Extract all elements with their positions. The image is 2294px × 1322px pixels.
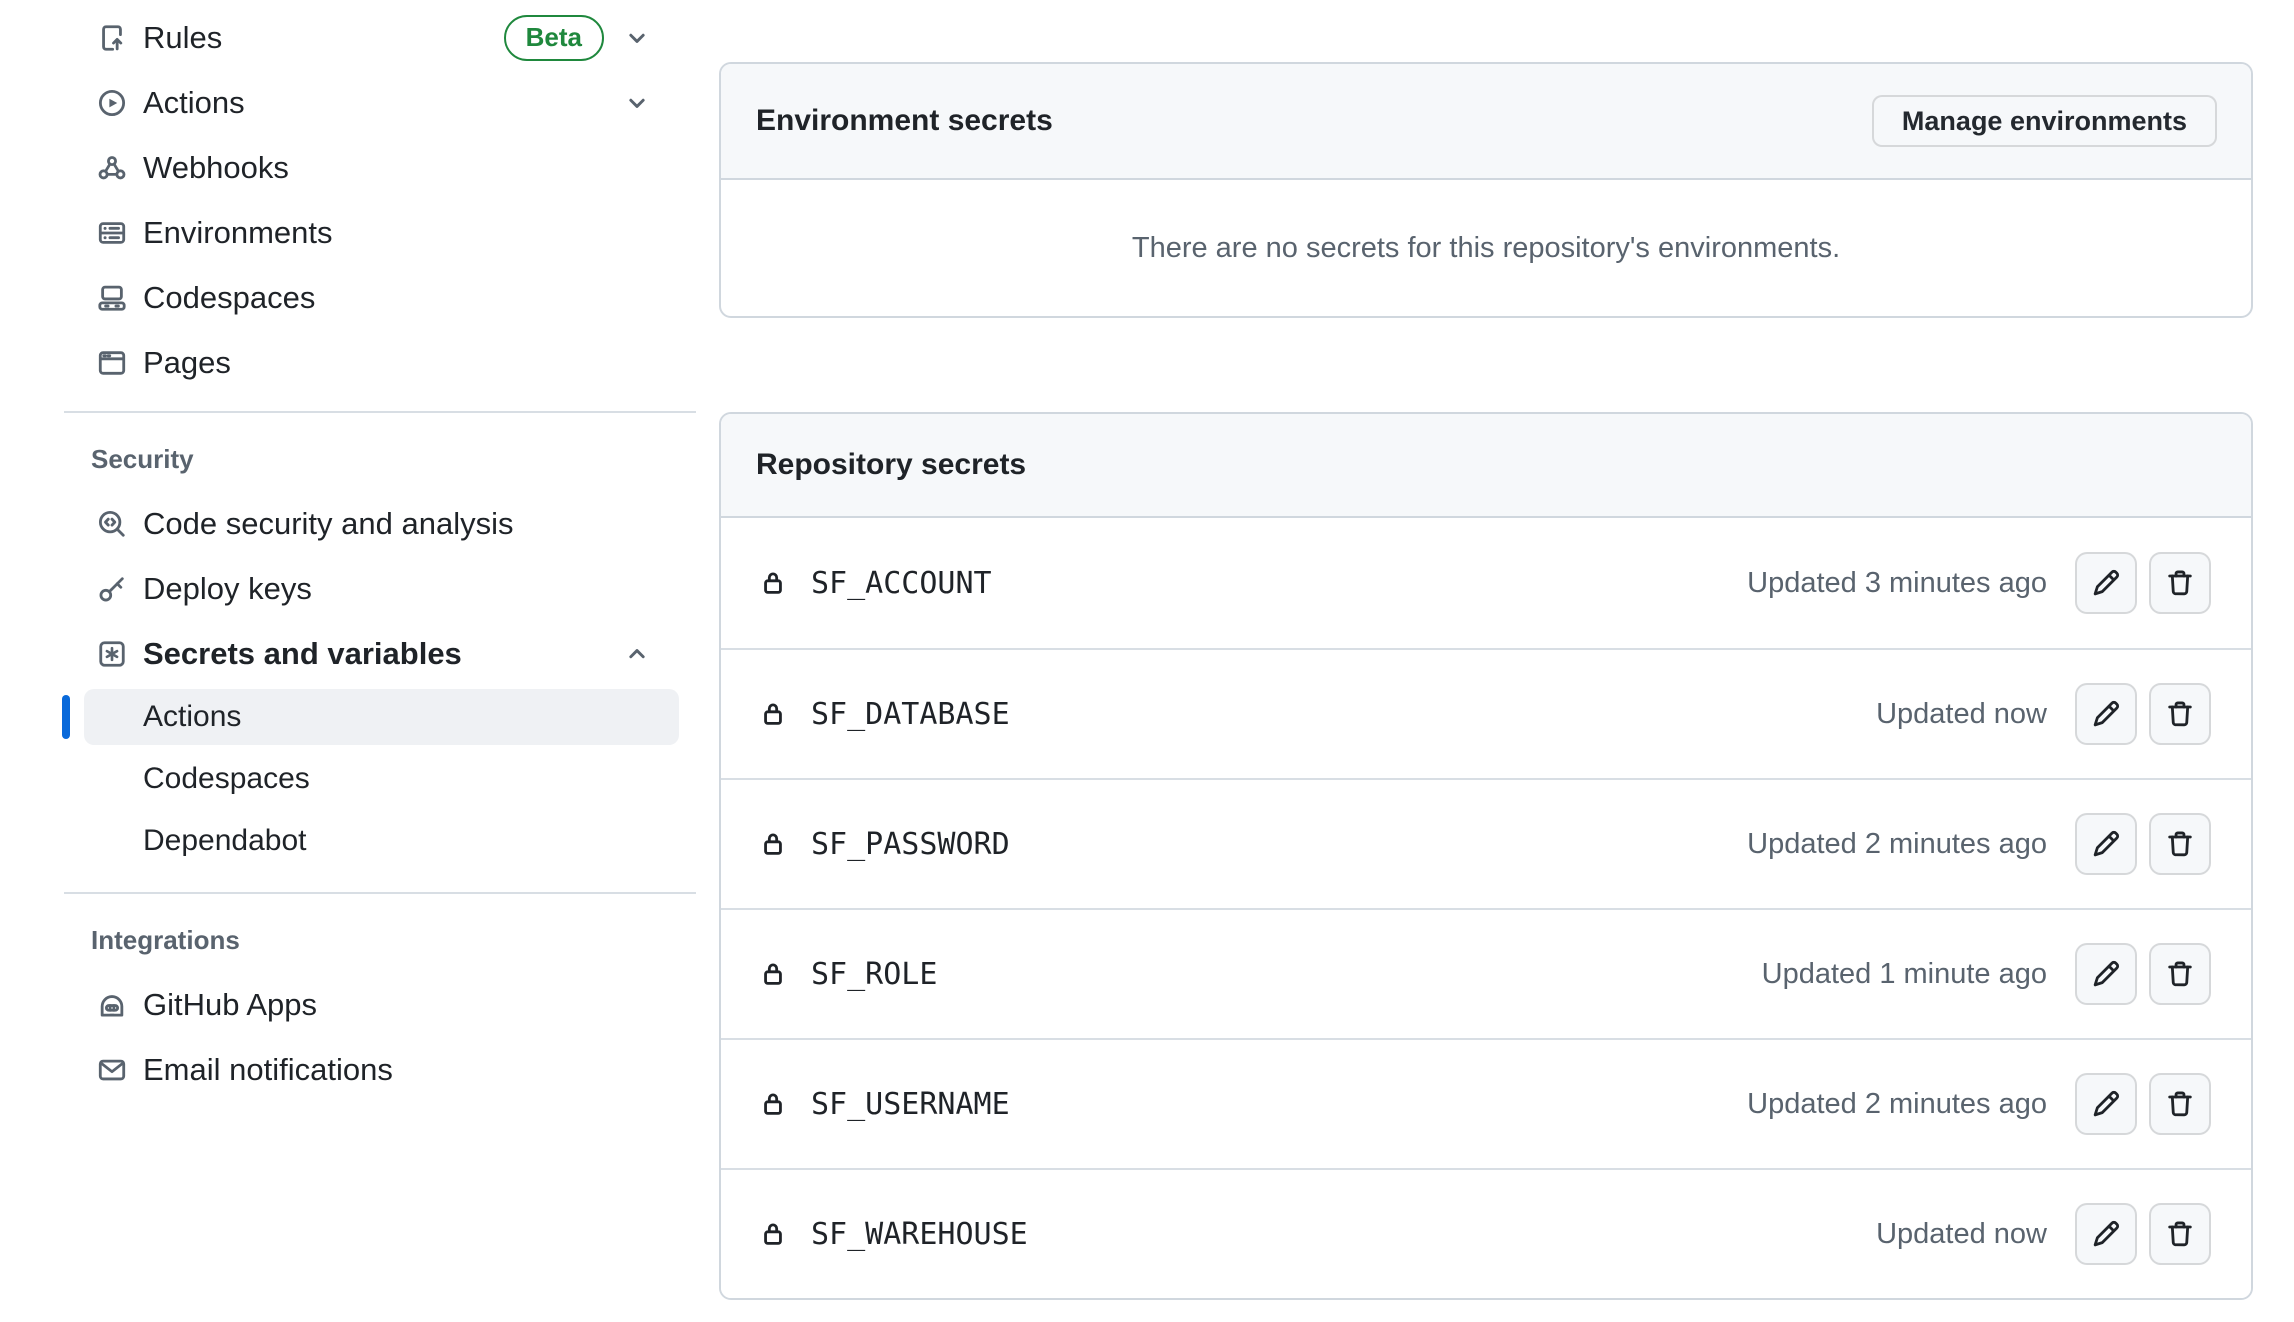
secret-updated: Updated 3 minutes ago (1747, 567, 2047, 600)
secret-updated: Updated 2 minutes ago (1747, 1088, 2047, 1121)
sidebar-item-webhooks[interactable]: Webhooks (64, 135, 696, 200)
sidebar-subitem-label: Actions (143, 700, 241, 734)
repository-secrets-header: Repository secrets (721, 414, 2251, 518)
delete-secret-button[interactable] (2149, 683, 2211, 745)
mail-icon (97, 1055, 127, 1085)
panel-title: Environment secrets (756, 104, 1053, 138)
edit-secret-button[interactable] (2075, 1073, 2137, 1135)
sidebar-item-label: Codespaces (143, 280, 315, 316)
sidebar-divider (64, 411, 696, 413)
sidebar-section-security: Security (64, 441, 696, 477)
sidebar-item-secrets-and-variables[interactable]: Secrets and variables (64, 621, 696, 686)
sidebar-subitem-codespaces[interactable]: Codespaces (84, 748, 679, 810)
sidebar-item-label: Secrets and variables (143, 636, 462, 672)
lock-icon (759, 699, 787, 729)
sidebar-item-label: Code security and analysis (143, 506, 513, 542)
repository-secrets-list: SF_ACCOUNT Updated 3 minutes ago SF_DATA… (721, 518, 2251, 1298)
settings-sidebar: Rules Beta Actions (64, 0, 696, 1102)
delete-secret-button[interactable] (2149, 943, 2211, 1005)
sidebar-item-label: Pages (143, 345, 231, 381)
sidebar-item-label: Environments (143, 215, 333, 251)
asterisk-box-icon (97, 639, 127, 669)
lock-icon (759, 1219, 787, 1249)
sidebar-subitem-label: Dependabot (143, 824, 306, 858)
secret-row: SF_ACCOUNT Updated 3 minutes ago (721, 518, 2251, 648)
secret-row: SF_PASSWORD Updated 2 minutes ago (721, 778, 2251, 908)
sidebar-subitem-label: Codespaces (143, 762, 310, 796)
secret-name: SF_DATABASE (811, 697, 1010, 732)
lock-icon (759, 1089, 787, 1119)
delete-secret-button[interactable] (2149, 813, 2211, 875)
edit-secret-button[interactable] (2075, 1203, 2137, 1265)
secret-updated: Updated now (1876, 698, 2047, 731)
chevron-down-icon (624, 90, 650, 116)
environment-secrets-panel: Environment secrets Manage environments … (719, 62, 2253, 318)
sidebar-item-environments[interactable]: Environments (64, 200, 696, 265)
sidebar-item-github-apps[interactable]: GitHub Apps (64, 972, 696, 1037)
key-icon (97, 574, 127, 604)
secret-name: SF_PASSWORD (811, 827, 1010, 862)
sidebar-item-label: Deploy keys (143, 571, 312, 607)
play-circle-icon (97, 88, 127, 118)
manage-environments-button[interactable]: Manage environments (1872, 95, 2217, 147)
sidebar-item-codespaces[interactable]: Codespaces (64, 265, 696, 330)
environment-secrets-body: There are no secrets for this repository… (721, 180, 2251, 316)
sidebar-divider (64, 892, 696, 894)
sidebar-item-label: GitHub Apps (143, 987, 317, 1023)
sidebar-item-label: Email notifications (143, 1052, 393, 1088)
webhook-icon (97, 153, 127, 183)
sidebar-item-actions[interactable]: Actions (64, 70, 696, 135)
sidebar-item-label: Webhooks (143, 150, 289, 186)
lock-icon (759, 568, 787, 598)
hubot-icon (97, 990, 127, 1020)
sidebar-item-label: Actions (143, 85, 245, 121)
secret-updated: Updated 1 minute ago (1762, 958, 2047, 991)
sidebar-item-deploy-keys[interactable]: Deploy keys (64, 556, 696, 621)
sidebar-item-label: Rules (143, 20, 222, 56)
github-settings-page: Rules Beta Actions (0, 0, 2294, 1322)
sidebar-item-rules[interactable]: Rules Beta (64, 5, 696, 70)
secret-name: SF_USERNAME (811, 1087, 1010, 1122)
secret-row: SF_WAREHOUSE Updated now (721, 1168, 2251, 1298)
delete-secret-button[interactable] (2149, 552, 2211, 614)
secret-updated: Updated 2 minutes ago (1747, 828, 2047, 861)
chevron-up-icon (624, 641, 650, 667)
delete-secret-button[interactable] (2149, 1203, 2211, 1265)
panel-title: Repository secrets (756, 448, 1026, 482)
lock-icon (759, 959, 787, 989)
sidebar-item-pages[interactable]: Pages (64, 330, 696, 395)
browser-icon (97, 348, 127, 378)
edit-secret-button[interactable] (2075, 552, 2137, 614)
sidebar-item-email-notifications[interactable]: Email notifications (64, 1037, 696, 1102)
sidebar-subitem-dependabot[interactable]: Dependabot (84, 810, 679, 872)
security-group: Code security and analysis Deploy keys (64, 491, 696, 872)
codespaces-icon (97, 283, 127, 313)
codescan-icon (97, 509, 127, 539)
beta-badge: Beta (504, 15, 604, 61)
secret-name: SF_ROLE (811, 957, 937, 992)
lock-icon (759, 829, 787, 859)
edit-secret-button[interactable] (2075, 813, 2137, 875)
sidebar-item-code-security[interactable]: Code security and analysis (64, 491, 696, 556)
environment-secrets-header: Environment secrets Manage environments (721, 64, 2251, 180)
edit-secret-button[interactable] (2075, 943, 2137, 1005)
secret-row: SF_DATABASE Updated now (721, 648, 2251, 778)
secret-name: SF_ACCOUNT (811, 566, 992, 601)
sidebar-section-integrations: Integrations (64, 922, 696, 958)
secret-row: SF_ROLE Updated 1 minute ago (721, 908, 2251, 1038)
repository-secrets-panel: Repository secrets SF_ACCOUNT Updated 3 … (719, 412, 2253, 1300)
integrations-group: GitHub Apps Email notifications (64, 972, 696, 1102)
secret-name: SF_WAREHOUSE (811, 1217, 1028, 1252)
edit-secret-button[interactable] (2075, 683, 2137, 745)
server-icon (97, 218, 127, 248)
secret-row: SF_USERNAME Updated 2 minutes ago (721, 1038, 2251, 1168)
delete-secret-button[interactable] (2149, 1073, 2211, 1135)
chevron-down-icon (624, 25, 650, 51)
secret-updated: Updated now (1876, 1218, 2047, 1251)
empty-state-text: There are no secrets for this repository… (1132, 232, 1840, 265)
rules-icon (97, 23, 127, 53)
sidebar-subitem-actions[interactable]: Actions (84, 689, 679, 745)
